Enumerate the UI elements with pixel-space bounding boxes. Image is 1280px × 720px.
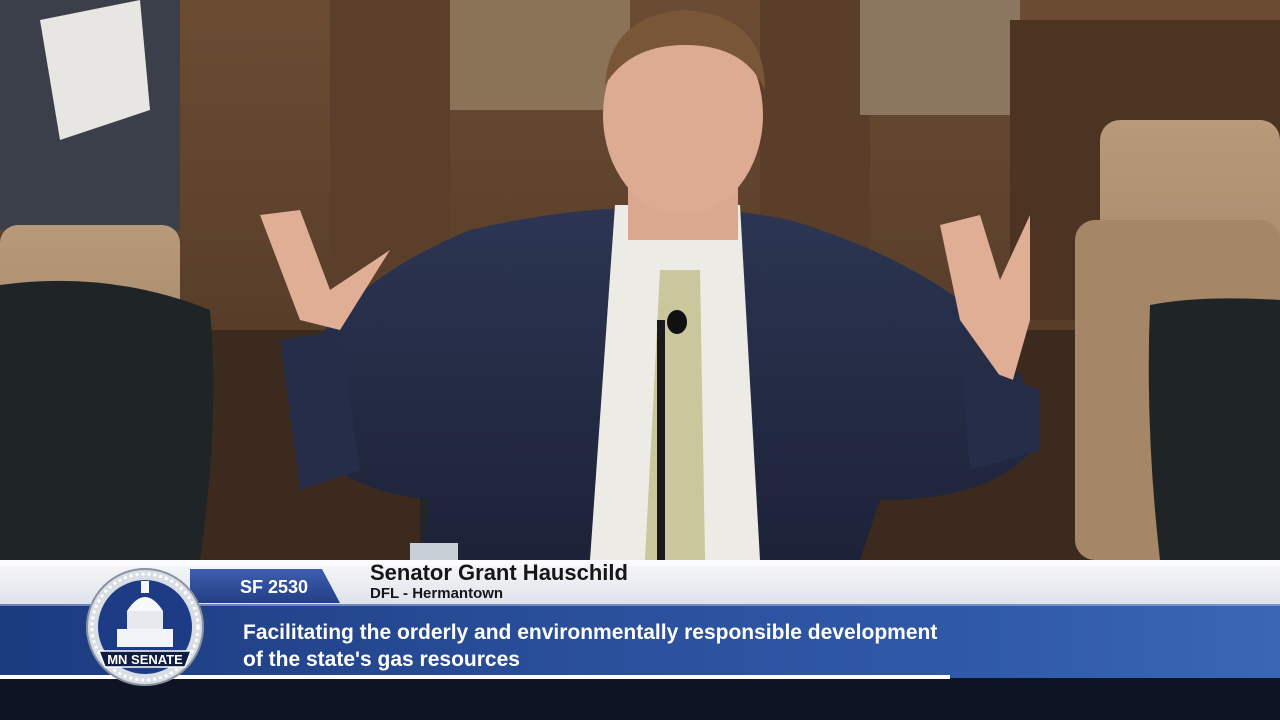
seal-label: MN SENATE: [107, 652, 183, 667]
capitol-dome-seal-icon: MN SENATE: [86, 568, 204, 686]
bill-number: SF 2530: [240, 577, 309, 597]
bill-topic-line-2: of the state's gas resources: [243, 648, 520, 671]
chair-left-leather: [0, 280, 214, 560]
wall-panel-right: [860, 0, 1020, 115]
strip-highlight: [0, 560, 1280, 566]
microphone-head: [667, 310, 687, 334]
dome-base: [117, 629, 173, 647]
microphone-stand: [657, 320, 665, 560]
wall-panel-window: [450, 0, 630, 110]
speaker-party-district: DFL - Hermantown: [370, 585, 504, 602]
bill-topic-line-1: Facilitating the orderly and environment…: [243, 621, 938, 644]
lower-third-graphic: SF 2530 Senator Grant Hauschild DFL - He…: [0, 555, 1280, 720]
bill-topic: Facilitating the orderly and environment…: [243, 619, 1083, 673]
chair-right-leather: [1148, 298, 1280, 560]
dome-lantern: [141, 581, 149, 593]
speaker-name: Senator Grant Hauschild: [370, 560, 628, 585]
wall-panel-left: [330, 0, 450, 280]
dome-drum: [127, 611, 163, 629]
